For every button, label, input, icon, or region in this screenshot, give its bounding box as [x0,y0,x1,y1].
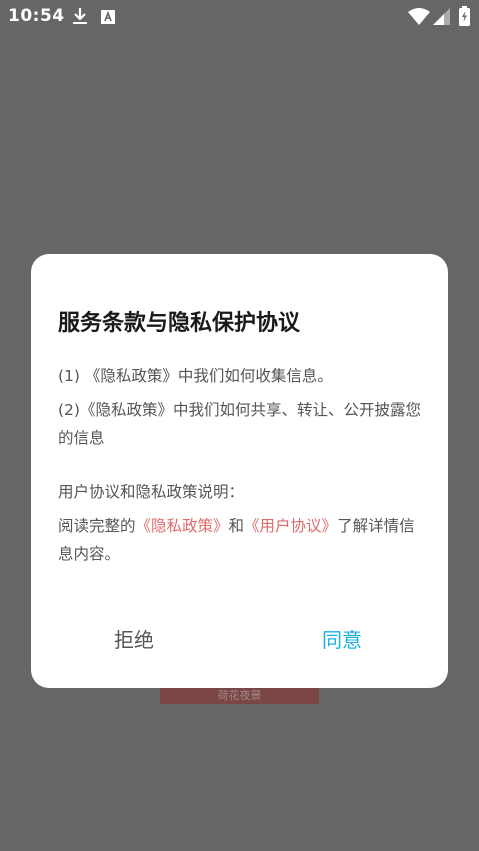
explanation-heading: 用户协议和隐私政策说明： [58,483,245,501]
status-bar: 10:54 [0,0,479,34]
download-icon [72,7,88,29]
read-full-text: 阅读完整的《隐私政策》和《用户协议》了解详情信息内容。 [58,512,426,568]
agree-button[interactable]: 同意 [322,624,362,653]
read-prefix: 阅读完整的 [58,517,136,535]
privacy-agreement-dialog: 服务条款与隐私保护协议 (1) 《隐私政策》中我们如何收集信息。 (2)《隐私政… [31,254,448,688]
dialog-body: (1) 《隐私政策》中我们如何收集信息。 (2)《隐私政策》中我们如何共享、转让… [58,362,426,568]
wifi-icon [408,8,430,29]
privacy-policy-link[interactable]: 《隐私政策》 [136,517,229,535]
status-time: 10:54 [8,6,65,26]
battery-charging-icon [459,6,470,30]
signal-icon [433,8,450,29]
dialog-title: 服务条款与隐私保护协议 [58,311,301,336]
background-banner: 荷花夜景 [160,688,319,704]
item-share-info: (2)《隐私政策》中我们如何共享、转让、公开披露您的信息 [58,401,421,447]
user-agreement-link[interactable]: 《用户协议》 [244,517,337,535]
reject-button[interactable]: 拒绝 [114,624,154,653]
text-app-icon [101,9,115,28]
item-collect-info: (1) 《隐私政策》中我们如何收集信息。 [58,367,333,385]
and-text: 和 [228,517,245,535]
